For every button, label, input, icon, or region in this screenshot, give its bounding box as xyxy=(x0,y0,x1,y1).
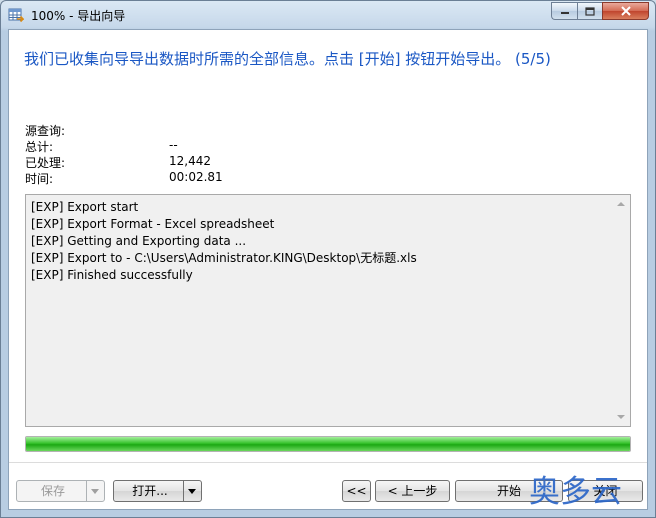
maximize-button[interactable] xyxy=(577,2,602,20)
save-button-label: 保存 xyxy=(40,484,65,498)
save-button[interactable]: 保存 xyxy=(16,480,105,502)
log-line: [EXP] Export start xyxy=(31,200,139,214)
title-bar[interactable]: 100% - 导出向导 xyxy=(1,1,655,29)
window-title: 100% - 导出向导 xyxy=(31,9,126,23)
close-window-button[interactable] xyxy=(602,2,649,20)
log-lines: [EXP] Export start [EXP] Export Format -… xyxy=(31,199,417,284)
log-line: [EXP] Finished successfully xyxy=(31,268,193,282)
summary-label-source-query: 源查询: xyxy=(25,124,66,138)
divider xyxy=(9,462,647,463)
page-headline: 我们已收集向导导出数据时所需的全部信息。点击 [开始] 按钮开始导出。 (5/5… xyxy=(24,50,551,68)
summary-value-processed: 12,442 xyxy=(169,154,211,168)
first-page-button[interactable]: << xyxy=(342,480,371,502)
window-controls xyxy=(551,2,649,21)
summary-value-total: -- xyxy=(169,138,178,152)
summary-value-time: 00:02.81 xyxy=(169,170,223,184)
minimize-icon xyxy=(560,12,569,14)
wizard-page: 我们已收集向导导出数据时所需的全部信息。点击 [开始] 按钮开始导出。 (5/5… xyxy=(8,29,648,510)
open-dropdown[interactable] xyxy=(183,481,201,501)
close-icon xyxy=(620,6,631,16)
chevron-down-icon xyxy=(188,489,196,494)
log-scrollbar[interactable] xyxy=(613,195,630,426)
minimize-button[interactable] xyxy=(551,2,577,20)
save-dropdown[interactable] xyxy=(86,481,104,501)
summary-label-time: 时间: xyxy=(25,172,54,186)
open-button-label: 打开... xyxy=(132,484,168,498)
log-line: [EXP] Export to - C:\Users\Administrator… xyxy=(31,251,417,265)
summary-label-processed: 已处理: xyxy=(25,156,66,170)
log-line: [EXP] Export Format - Excel spreadsheet xyxy=(31,217,275,231)
scroll-up-icon[interactable] xyxy=(617,202,625,206)
export-wizard-window: 100% - 导出向导 我们已收集向导导出数据时所需的全部信息。点击 [开始] … xyxy=(0,0,656,518)
chevron-down-icon xyxy=(91,489,99,494)
table-export-icon xyxy=(8,8,24,23)
back-button[interactable]: < 上一步 xyxy=(375,480,450,502)
scroll-down-icon[interactable] xyxy=(617,415,625,419)
open-button[interactable]: 打开... xyxy=(113,480,202,502)
progress-fill xyxy=(26,437,630,451)
summary-label-total: 总计: xyxy=(25,140,54,154)
log-line: [EXP] Getting and Exporting data ... xyxy=(31,234,247,248)
maximize-icon xyxy=(585,6,595,16)
export-log[interactable]: [EXP] Export start [EXP] Export Format -… xyxy=(25,194,631,427)
watermark-logo: 奥多云 xyxy=(529,474,622,510)
export-progress-bar xyxy=(25,436,631,452)
